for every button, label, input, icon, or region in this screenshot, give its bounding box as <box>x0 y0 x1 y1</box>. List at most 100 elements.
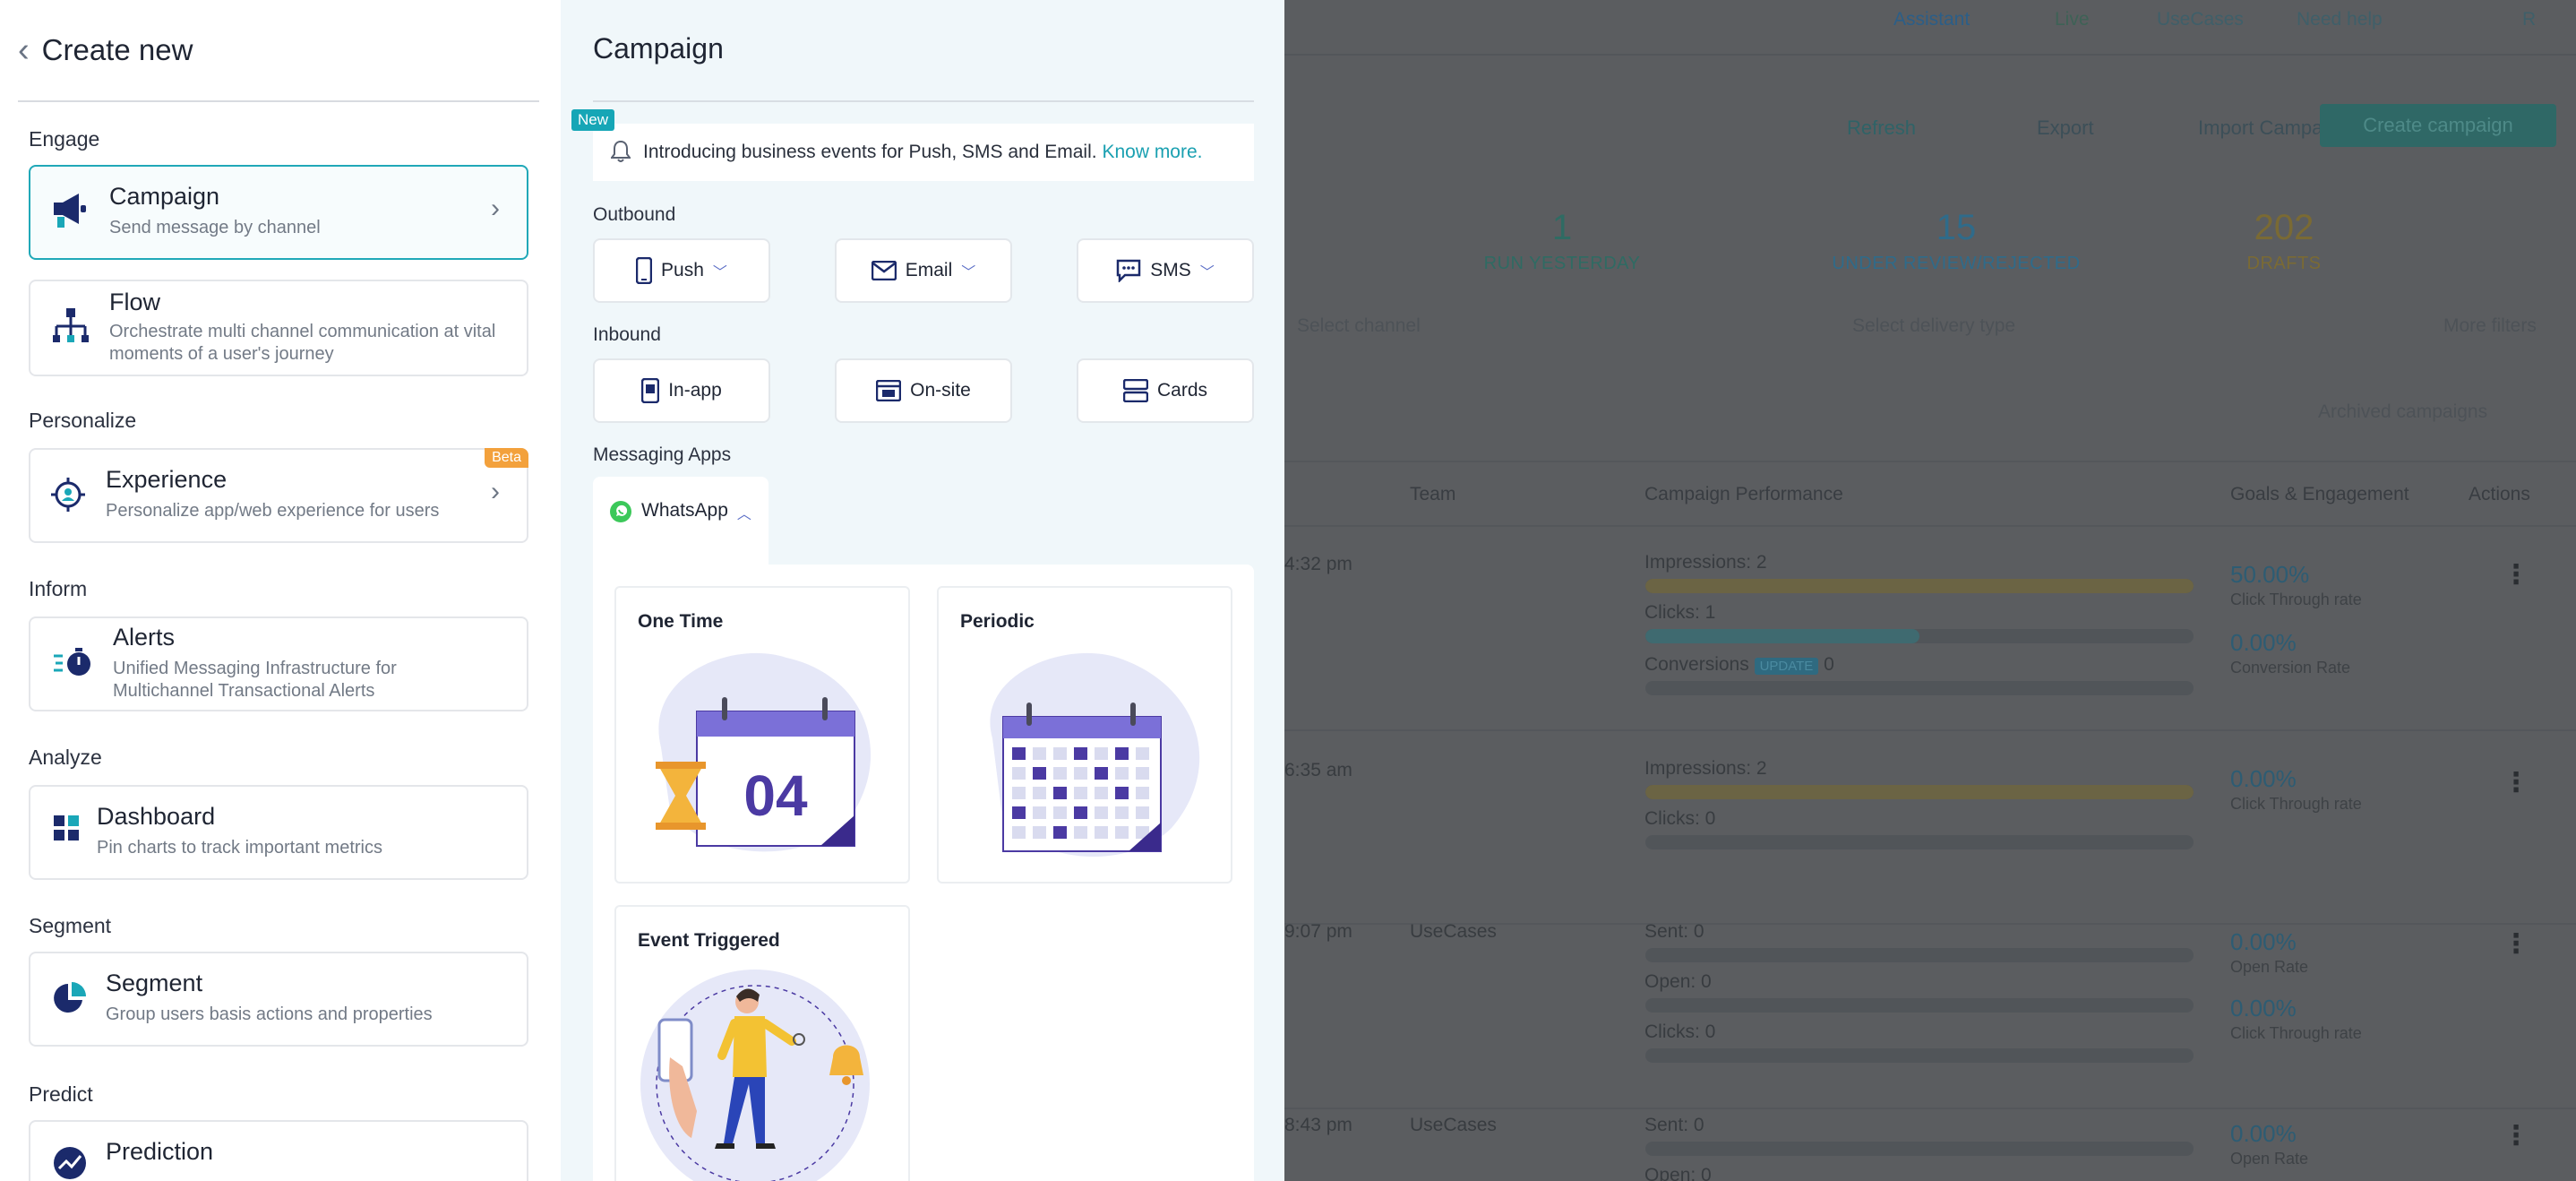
stat-run-yesterday[interactable]: 1 RUN YESTERDAY <box>1428 208 1696 274</box>
whatsapp-icon <box>610 501 631 522</box>
back-chevron-icon[interactable]: ‹ <box>18 32 30 68</box>
mobile-icon <box>636 257 653 284</box>
section-inform: Inform <box>29 577 88 600</box>
flow-description: Orchestrate multi channel communication … <box>109 322 496 364</box>
sms-channel-button[interactable]: SMS ﹀ <box>1077 238 1254 303</box>
column-actions: Actions <box>2469 484 2530 504</box>
beta-badge: Beta <box>485 448 528 468</box>
in-app-icon <box>641 378 660 403</box>
stat-under-review[interactable]: 15 UNDER REVIEW/REJECTED <box>1795 208 2117 274</box>
email-channel-button[interactable]: Email ﹀ <box>835 238 1012 303</box>
target-user-icon <box>50 477 86 517</box>
campaign-panel: Campaign New Introducing business events… <box>561 0 1284 1181</box>
row-actions-menu[interactable]: ⋮ <box>2503 1120 2529 1151</box>
table-row[interactable]: 4:32 pm Impressions: 2 Clicks: 1 Convers… <box>1284 529 2576 731</box>
chevron-up-icon: ︿ <box>736 507 751 522</box>
announcement-banner: New Introducing business events for Push… <box>571 109 1254 181</box>
dashboard-description: Pin charts to track important metrics <box>97 838 382 858</box>
dashboard-title: Dashboard <box>97 803 216 830</box>
divider <box>18 100 539 102</box>
pie-chart-icon <box>52 980 88 1021</box>
row-actions-menu[interactable]: ⋮ <box>2503 767 2529 798</box>
alert-clock-icon <box>54 645 93 685</box>
column-team: Team <box>1410 484 1456 504</box>
outbound-label: Outbound <box>593 204 676 225</box>
table-row[interactable]: 6:35 am Impressions: 2 Clicks: 0 0.00% Cl… <box>1284 733 2576 925</box>
sms-bubble-icon <box>1116 259 1141 282</box>
prediction-trend-icon <box>52 1145 88 1181</box>
divider <box>593 100 1254 102</box>
cards-channel-button[interactable]: Cards <box>1077 358 1254 423</box>
push-channel-button[interactable]: Push ﹀ <box>593 238 770 303</box>
archived-toggle[interactable]: Archived campaigns <box>2318 401 2487 423</box>
chevron-right-icon: › <box>491 477 500 506</box>
flow-hierarchy-icon <box>52 306 90 350</box>
workspace-switch[interactable]: UseCases <box>2157 9 2244 30</box>
section-engage: Engage <box>29 127 100 151</box>
alerts-option[interactable]: Alerts Unified Messaging Infrastructure … <box>29 616 528 711</box>
campaign-description: Send message by channel <box>109 218 321 237</box>
panel-title: Create new <box>41 33 193 66</box>
delivery-type-filter[interactable]: Select delivery type <box>1852 315 2015 337</box>
in-app-channel-button[interactable]: In-app <box>593 358 770 423</box>
top-bar: Assistant Live UseCases Need help R <box>1284 0 2576 56</box>
banner-text: Introducing business events for Push, SM… <box>643 142 1203 162</box>
segment-option[interactable]: Segment Group users basis actions and pr… <box>29 952 528 1047</box>
help-menu[interactable]: Need help <box>2297 9 2383 30</box>
experience-option[interactable]: Beta Experience Personalize app/web expe… <box>29 448 528 543</box>
channel-filter[interactable]: Select channel <box>1297 315 1421 337</box>
section-predict: Predict <box>29 1082 93 1106</box>
inbound-label: Inbound <box>593 324 661 345</box>
stat-drafts[interactable]: 202 DRAFTS <box>2230 208 2338 274</box>
refresh-button[interactable]: Refresh <box>1847 116 1916 140</box>
event-person-illustration <box>640 970 870 1181</box>
row-actions-menu[interactable]: ⋮ <box>2503 928 2529 960</box>
section-segment: Segment <box>29 914 112 937</box>
export-button[interactable]: Export <box>2037 116 2094 140</box>
user-avatar[interactable]: R <box>2522 9 2536 30</box>
column-performance: Campaign Performance <box>1644 484 1843 504</box>
column-goals: Goals & Engagement <box>2230 484 2409 504</box>
more-filters-button[interactable]: More filters <box>2443 315 2537 337</box>
segment-description: Group users basis actions and properties <box>106 1004 433 1024</box>
whatsapp-templates: One Time 04 Periodic Event Triggered <box>593 565 1254 1181</box>
background-dashboard: Assistant Live UseCases Need help R Refr… <box>1284 0 2576 1181</box>
megaphone-icon <box>52 192 88 236</box>
whatsapp-tab[interactable]: WhatsApp ︿ <box>593 477 769 566</box>
experience-description: Personalize app/web experience for users <box>106 501 440 521</box>
new-badge: New <box>571 109 615 131</box>
campaign-panel-title: Campaign <box>593 32 724 65</box>
row-actions-menu[interactable]: ⋮ <box>2503 559 2529 590</box>
dashboard-option[interactable]: Dashboard Pin charts to track important … <box>29 785 528 880</box>
know-more-link[interactable]: Know more. <box>1102 142 1202 162</box>
prediction-option[interactable]: Prediction <box>29 1120 528 1181</box>
one-time-template[interactable]: One Time 04 <box>614 586 910 884</box>
chevron-down-icon: ﹀ <box>1199 265 1215 280</box>
browser-window-icon <box>876 380 902 401</box>
environment-switch[interactable]: Live <box>2055 9 2090 30</box>
flow-option[interactable]: Flow Orchestrate multi channel communica… <box>29 280 528 376</box>
event-triggered-template[interactable]: Event Triggered <box>614 905 910 1181</box>
envelope-icon <box>871 261 897 280</box>
assistant-button[interactable]: Assistant <box>1893 9 1970 30</box>
chevron-right-icon: › <box>491 194 500 223</box>
campaign-option[interactable]: Campaign Send message by channel › <box>29 165 528 260</box>
header-actions: Refresh Export Import Campaign Create ca… <box>1284 104 2576 152</box>
table-row[interactable]: 9:07 pm UseCases Sent: 0 Open: 0 Clicks:… <box>1284 903 2576 1109</box>
prediction-title: Prediction <box>106 1138 214 1165</box>
section-personalize: Personalize <box>29 409 137 432</box>
periodic-template[interactable]: Periodic <box>937 586 1232 884</box>
table-row[interactable]: 8:43 pm UseCases Sent: 0 Open: 0 0.00% Op… <box>1284 1111 2576 1181</box>
conversions-label: Conversions UPDATE 0 <box>1644 654 1834 675</box>
segment-title: Segment <box>106 970 203 996</box>
alerts-title: Alerts <box>113 624 176 651</box>
cards-stack-icon <box>1122 379 1148 402</box>
section-analyze: Analyze <box>29 746 102 769</box>
chevron-down-icon: ﹀ <box>712 265 727 280</box>
on-site-channel-button[interactable]: On-site <box>835 358 1012 423</box>
table-header: Team Campaign Performance Goals & Engage… <box>1284 461 2576 527</box>
create-new-panel: ‹ Create new Engage Campaign Send messag… <box>0 0 561 1181</box>
chevron-down-icon: ﹀ <box>961 265 976 280</box>
alerts-description: Unified Messaging Infrastructure for Mul… <box>113 659 397 701</box>
create-campaign-button[interactable]: Create campaign <box>2320 104 2556 147</box>
